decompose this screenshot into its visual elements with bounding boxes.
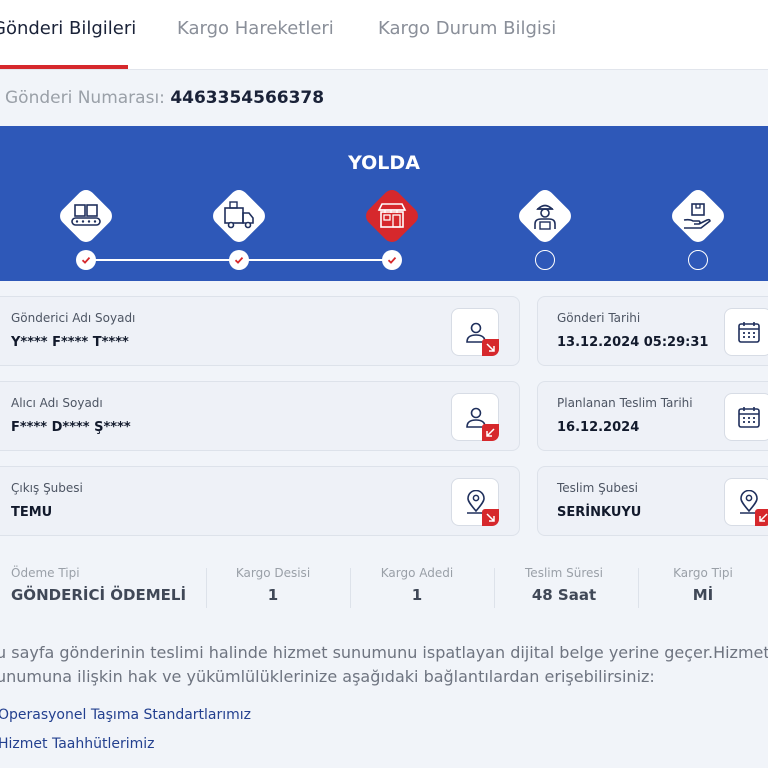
delivery-branch-value: SERİNKUYU	[557, 505, 642, 520]
tab-bar: Gönderi Bilgileri Kargo Hareketleri Karg…	[0, 0, 768, 70]
shipment-number-value: 4463354566378	[170, 88, 325, 108]
shipment-number-label: Gönderi Numarası:	[5, 88, 165, 108]
tab-kargo-hareketleri[interactable]: Kargo Hareketleri	[177, 18, 334, 39]
incoming-arrow-icon	[755, 509, 768, 526]
send-date-value: 13.12.2024 05:29:31	[557, 335, 709, 350]
hand-package-icon	[683, 203, 711, 229]
operational-standards-link[interactable]: Operasyonel Taşıma Standartlarımız	[0, 707, 251, 723]
origin-branch-card: Çıkış Şubesi TEMU	[0, 466, 520, 536]
desi-value: 1	[267, 586, 279, 604]
receiver-icon-box	[451, 393, 499, 441]
sender-value: Y**** F**** T****	[11, 335, 129, 350]
summary-payment: Ödeme Tipi GÖNDERİCİ ÖDEMELİ	[11, 556, 201, 608]
active-tab-indicator	[0, 65, 128, 69]
origin-branch-label: Çıkış Şubesi	[11, 481, 83, 495]
sender-card: Gönderici Adı Soyadı Y**** F**** T****	[0, 296, 520, 366]
count-label: Kargo Adedi	[380, 566, 454, 580]
origin-branch-value: TEMU	[11, 505, 53, 520]
planned-date-icon-box	[724, 393, 768, 441]
payment-type-label: Ödeme Tipi	[11, 566, 80, 580]
desi-label: Kargo Desisi	[235, 566, 311, 580]
status-title: YOLDA	[348, 152, 420, 174]
planned-date-value: 16.12.2024	[557, 420, 640, 435]
send-date-icon-box	[724, 308, 768, 356]
summary-duration: Teslim Süresi 48 Saat	[494, 556, 638, 608]
summary-desi: Kargo Desisi 1	[206, 556, 350, 608]
branch-store-icon	[377, 203, 407, 228]
duration-label: Teslim Süresi	[525, 566, 603, 580]
step-5-pending-icon	[688, 250, 708, 270]
planned-date-card: Planlanan Teslim Tarihi 16.12.2024	[537, 381, 768, 451]
tab-kargo-durum-bilgisi[interactable]: Kargo Durum Bilgisi	[378, 18, 556, 39]
step-1-check-icon	[76, 250, 96, 270]
sender-label: Gönderici Adı Soyadı	[11, 311, 136, 325]
count-value: 1	[411, 586, 423, 604]
duration-value: 48 Saat	[531, 586, 597, 604]
delivery-branch-card: Teslim Şubesi SERİNKUYU	[537, 466, 768, 536]
cargo-type-label: Kargo Tipi	[673, 566, 733, 580]
summary-count: Kargo Adedi 1	[350, 556, 494, 608]
delivery-branch-icon-box	[724, 478, 768, 526]
send-date-card: Gönderi Tarihi 13.12.2024 05:29:31	[537, 296, 768, 366]
shipment-number-row: Gönderi Numarası: 4463354566378	[5, 88, 324, 108]
step-3-check-icon	[382, 250, 402, 270]
conveyor-boxes-icon	[71, 204, 101, 226]
legal-notice: u sayfa gönderinin teslimi halinde hizme…	[0, 641, 768, 689]
send-date-label: Gönderi Tarihi	[557, 311, 641, 325]
summary-type: Kargo Tipi Mİ	[638, 556, 768, 608]
outgoing-arrow-icon	[482, 339, 499, 356]
legal-notice-line-2: unumuna ilişkin hak ve yükümlülükleriniz…	[0, 667, 655, 686]
delivery-truck-icon	[224, 201, 254, 229]
calendar-icon	[738, 407, 760, 428]
payment-type-value: GÖNDERİCİ ÖDEMELİ	[11, 586, 187, 604]
planned-date-label: Planlanan Teslim Tarihi	[557, 396, 693, 410]
sender-icon-box	[451, 308, 499, 356]
step-4-pending-icon	[535, 250, 555, 270]
receiver-value: F**** D**** Ş****	[11, 420, 131, 435]
tab-gonderi-bilgileri[interactable]: Gönderi Bilgileri	[0, 18, 136, 39]
status-band: YOLDA	[0, 126, 768, 281]
step-2-check-icon	[229, 250, 249, 270]
calendar-icon	[738, 322, 760, 343]
summary-row: Ödeme Tipi GÖNDERİCİ ÖDEMELİ Kargo Desis…	[0, 556, 768, 612]
receiver-label: Alıcı Adı Soyadı	[11, 396, 103, 410]
delivery-branch-label: Teslim Şubesi	[557, 481, 638, 495]
incoming-arrow-icon	[482, 424, 499, 441]
service-commitments-link[interactable]: Hizmet Taahhütlerimiz	[0, 736, 154, 752]
courier-icon	[534, 204, 556, 230]
outgoing-arrow-icon	[482, 509, 499, 526]
origin-branch-icon-box	[451, 478, 499, 526]
receiver-card: Alıcı Adı Soyadı F**** D**** Ş****	[0, 381, 520, 451]
legal-notice-line-1: u sayfa gönderinin teslimi halinde hizme…	[0, 643, 768, 662]
cargo-type-value: Mİ	[692, 586, 714, 604]
